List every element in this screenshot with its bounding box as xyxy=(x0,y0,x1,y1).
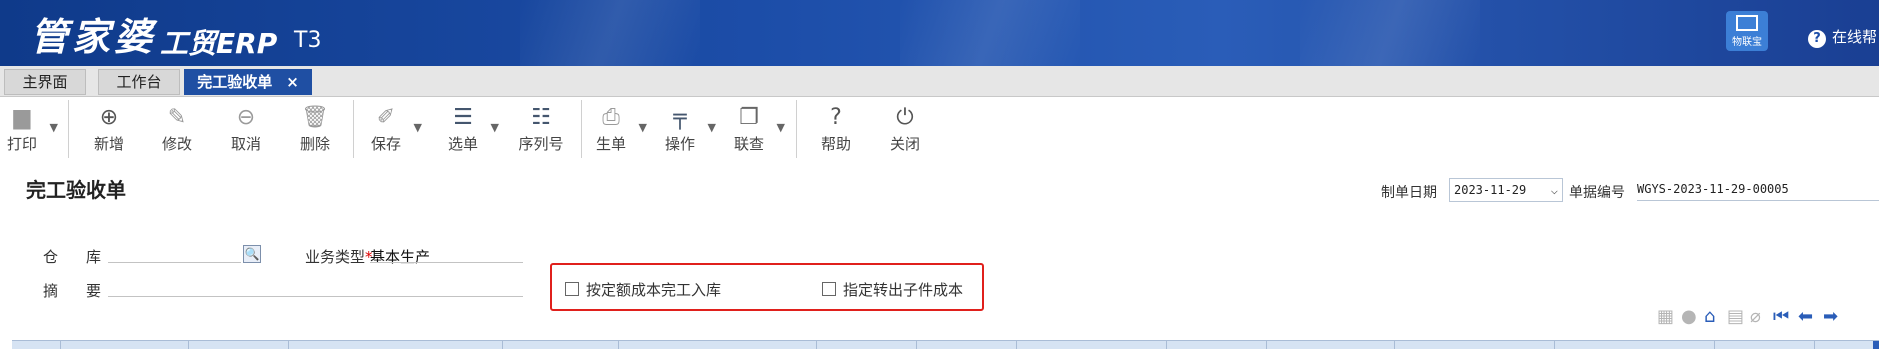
help-icon: ? xyxy=(830,105,842,130)
tab-workbench[interactable]: 工作台 xyxy=(98,69,180,95)
select-doc-label: 选单 xyxy=(447,135,478,153)
help-circle-icon: ? xyxy=(1808,30,1826,48)
summary-label-1: 摘 xyxy=(43,282,59,300)
summary-input[interactable] xyxy=(108,296,523,297)
minus-circle-icon: ⊖ xyxy=(236,105,256,130)
eraser-icon: ✐ xyxy=(376,105,396,130)
help-label: 帮助 xyxy=(820,135,851,153)
standard-cost-label: 按定额成本完工入库 xyxy=(586,281,722,299)
generate-doc-button[interactable]: ⎙ 生单 ▼ xyxy=(581,103,647,161)
operation-button[interactable]: ╤ 操作 ▼ xyxy=(650,103,716,161)
toolbar-divider xyxy=(581,100,582,158)
chevron-down-icon[interactable]: ▼ xyxy=(639,121,647,134)
child-cost-checkbox[interactable] xyxy=(822,282,836,296)
tab-label: 主界面 xyxy=(22,73,68,91)
generate-doc-label: 生单 xyxy=(595,135,626,153)
edit-label: 修改 xyxy=(161,135,192,153)
doc-number-underline xyxy=(1637,200,1879,201)
warehouse-label-2: 库 xyxy=(86,248,102,266)
paperclip-icon[interactable]: ⌀ xyxy=(1750,306,1761,327)
linked-query-button[interactable]: ❐ 联查 ▼ xyxy=(719,103,785,161)
edit-button[interactable]: ✎ 修改 xyxy=(147,103,207,161)
plus-circle-icon: ⊕ xyxy=(99,105,119,130)
toolbar-divider xyxy=(68,100,69,158)
next-record-icon[interactable]: ➡ xyxy=(1823,306,1838,327)
help-button[interactable]: ? 帮助 xyxy=(806,103,866,161)
qr-grid-icon[interactable]: ▦ xyxy=(1657,306,1674,327)
app-version: T3 xyxy=(294,28,322,53)
chevron-down-icon[interactable]: ▼ xyxy=(414,121,422,134)
close-label: 关闭 xyxy=(889,135,920,153)
trash-icon: 🗑 xyxy=(301,105,329,130)
calculator-icon[interactable]: ▤ xyxy=(1727,306,1744,327)
close-button[interactable]: ⏻ 关闭 xyxy=(875,103,935,161)
linked-query-icon: ❐ xyxy=(739,105,759,130)
select-doc-button[interactable]: ☰ 选单 ▼ xyxy=(433,103,499,161)
linked-query-label: 联查 xyxy=(733,135,764,153)
chevron-down-icon[interactable]: ⌵ xyxy=(1551,179,1558,201)
chevron-down-icon[interactable]: ▼ xyxy=(491,121,499,134)
edit-icon: ✎ xyxy=(167,105,187,130)
close-icon[interactable]: × xyxy=(286,73,299,91)
app-logo-sub: 工贸ERP xyxy=(160,27,278,60)
iot-button[interactable]: 物联宝 xyxy=(1726,11,1768,51)
qr-icon xyxy=(1736,15,1758,31)
prev-record-icon[interactable]: ⬅ xyxy=(1798,306,1813,327)
tab-strip: 主界面 工作台 完工验收单 × xyxy=(0,66,1879,97)
doc-number-field[interactable]: WGYS-2023-11-29-00005 xyxy=(1637,182,1789,196)
search-icon[interactable]: 🔍 xyxy=(243,245,261,263)
serial-number-button[interactable]: ☷ 序列号 xyxy=(511,103,571,161)
cancel-label: 取消 xyxy=(230,135,261,153)
delete-label: 删除 xyxy=(299,135,330,153)
summary-label-2: 要 xyxy=(86,282,102,300)
save-label: 保存 xyxy=(370,135,401,153)
chevron-down-icon[interactable]: ▼ xyxy=(708,121,716,134)
operation-icon: ╤ xyxy=(673,105,687,130)
tab-label: 完工验收单 xyxy=(197,73,273,91)
first-record-icon[interactable]: ⏮ xyxy=(1773,306,1789,327)
tab-completion-acceptance[interactable]: 完工验收单 × xyxy=(184,69,312,95)
toolbar: ▆ 打印 ▼ ⊕ 新增 ✎ 修改 ⊖ 取消 🗑 删除 ✐ 保存 ▼ ☰ 选单 ▼… xyxy=(0,97,1879,163)
serial-number-label: 序列号 xyxy=(518,135,564,153)
generate-doc-icon: ⎙ xyxy=(602,105,620,130)
chevron-down-icon[interactable]: ▼ xyxy=(50,121,58,134)
operation-label: 操作 xyxy=(664,135,695,153)
tab-label: 工作台 xyxy=(116,73,162,91)
add-button[interactable]: ⊕ 新增 xyxy=(79,103,139,161)
home-icon[interactable]: ⌂ xyxy=(1704,306,1715,327)
power-icon: ⏻ xyxy=(896,105,914,130)
online-help-label: 在线帮 xyxy=(1832,28,1878,46)
biztype-label-text: 业务类型 xyxy=(305,248,366,266)
add-label: 新增 xyxy=(93,135,124,153)
title-bar: 管家婆 工贸ERP T3 物联宝 ? 在线帮 xyxy=(0,0,1879,66)
biztype-label: 业务类型* xyxy=(305,246,373,267)
chevron-down-icon[interactable]: ▼ xyxy=(777,121,785,134)
tab-main[interactable]: 主界面 xyxy=(4,69,86,95)
toolbar-divider xyxy=(796,100,797,158)
app-logo: 管家婆 xyxy=(30,14,157,59)
biztype-field[interactable]: 基本生产 xyxy=(370,246,430,267)
toolbar-divider xyxy=(353,100,354,158)
warehouse-label-1: 仓 xyxy=(43,248,59,266)
chat-icon[interactable]: ● xyxy=(1681,306,1697,327)
print-button[interactable]: ▆ 打印 ▼ xyxy=(0,103,58,161)
delete-button[interactable]: 🗑 删除 xyxy=(285,103,345,161)
date-label: 制单日期 xyxy=(1381,185,1437,201)
standard-cost-checkbox[interactable] xyxy=(565,282,579,296)
iot-label: 物联宝 xyxy=(1732,37,1762,48)
print-label: 打印 xyxy=(6,135,37,153)
biztype-underline xyxy=(370,262,523,263)
cancel-button[interactable]: ⊖ 取消 xyxy=(216,103,276,161)
date-picker[interactable]: 2023-11-29 ⌵ xyxy=(1449,178,1563,202)
serial-list-icon: ☷ xyxy=(531,105,551,130)
online-help-link[interactable]: ? 在线帮 xyxy=(1808,26,1877,48)
save-button[interactable]: ✐ 保存 ▼ xyxy=(356,103,422,161)
page-title: 完工验收单 xyxy=(26,178,126,202)
doc-number-label: 单据编号 xyxy=(1569,185,1625,201)
select-list-icon: ☰ xyxy=(453,105,473,130)
printer-icon: ▆ xyxy=(13,105,31,130)
child-cost-label: 指定转出子件成本 xyxy=(843,281,964,299)
date-value: 2023-11-29 xyxy=(1454,183,1527,197)
warehouse-input[interactable] xyxy=(108,262,241,263)
